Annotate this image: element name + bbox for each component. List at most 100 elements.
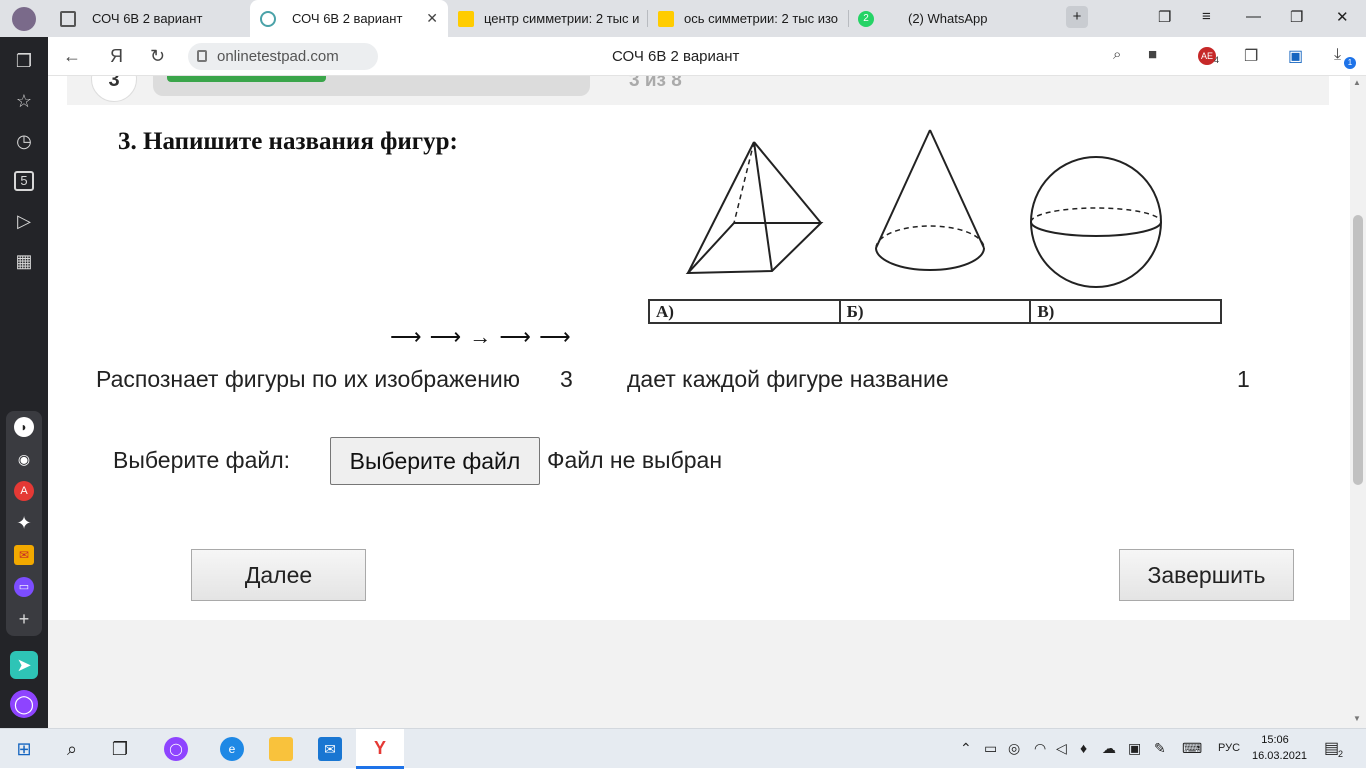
tab-title: СОЧ 6В 2 вариант xyxy=(92,11,203,26)
page-footer-area xyxy=(48,620,1350,728)
search-page-icon[interactable]: ⌕ xyxy=(1113,46,1121,63)
task-view-icon[interactable]: ❐ xyxy=(108,737,132,761)
downloads-badge: 1 xyxy=(1344,57,1356,69)
clock[interactable]: 15:06 16.03.2021 xyxy=(1252,732,1307,764)
downloads-icon[interactable]: ⤓ xyxy=(1334,46,1341,64)
pyramid-shape xyxy=(685,141,824,275)
file-label: Выберите файл: xyxy=(113,447,291,473)
tray-chevron-icon[interactable]: ⌃ xyxy=(960,740,972,757)
tab-5[interactable]: 2 (2) WhatsApp xyxy=(858,0,1048,37)
webcam-icon: ◎ xyxy=(1008,740,1021,756)
page-icon xyxy=(60,10,76,27)
criterion-1-points: 3 xyxy=(560,366,573,392)
yandex-profile-icon[interactable] xyxy=(12,7,36,31)
tab-separator xyxy=(848,10,849,27)
start-windows-icon[interactable]: ⊞ xyxy=(12,737,36,761)
history-clock-icon[interactable]: ◷ xyxy=(14,131,34,151)
tabs-overview-icon[interactable]: ❐ xyxy=(1158,8,1171,26)
test-progress-strip: 3 3 из 8 xyxy=(67,76,1329,105)
alice-app-icon[interactable]: ◗ xyxy=(14,417,34,437)
office-icon[interactable]: ▣ xyxy=(1288,46,1303,66)
answer-table: А) Б) В) xyxy=(648,299,1222,324)
collections-icon[interactable]: ❐ xyxy=(14,51,34,71)
tab-title: СОЧ 6В 2 вариант xyxy=(292,11,403,26)
question-heading: 3. Напишите названия фигур: xyxy=(118,128,458,155)
question-number-badge: 3 xyxy=(91,76,137,102)
pen-icon[interactable]: ✎ xyxy=(1154,740,1166,757)
video-play-icon[interactable]: ▷ xyxy=(14,211,34,231)
messenger-app-icon[interactable]: ▭ xyxy=(14,577,34,597)
onedrive-icon[interactable]: ☁ xyxy=(1102,740,1116,757)
wifi-icon[interactable]: ◠ xyxy=(1034,740,1046,757)
question-panel: 3. Напишите названия фигур: А) Б) В) ⟶ ⟶… xyxy=(51,105,1329,620)
send-app-icon[interactable]: ➤ xyxy=(10,651,38,679)
progress-bar-fill xyxy=(167,76,326,82)
tab-title: ось симметрии: 2 тыс изо xyxy=(684,11,839,26)
cone-shape xyxy=(875,129,985,271)
translate-app-icon[interactable]: A xyxy=(14,481,34,501)
criterion-1-text: Распознает фигуры по их изображению xyxy=(96,366,520,392)
services-grid-icon[interactable]: ▦ xyxy=(14,251,34,271)
battery-icon: ▭ xyxy=(984,740,998,756)
extension-badge: 4 xyxy=(1214,55,1220,65)
notifications-count: 2 xyxy=(1338,749,1344,759)
bookmark-icon[interactable]: ■ xyxy=(1148,46,1157,63)
language-indicator[interactable]: РУС xyxy=(1218,742,1240,754)
sidebar-apps-panel: ◗ ◉ A ✦ ✉ ▭ + xyxy=(6,411,42,636)
tab-title: (2) WhatsApp xyxy=(908,11,988,26)
progress-text: 3 из 8 xyxy=(629,76,682,91)
criterion-2-points: 1 xyxy=(1237,366,1250,392)
minimize-button[interactable]: — xyxy=(1246,8,1261,25)
screenshot-icon[interactable]: ▣ xyxy=(1128,740,1141,757)
yandex-logo-icon[interactable]: Я xyxy=(110,46,123,67)
url-field[interactable]: onlinetestpad.com xyxy=(188,43,378,70)
tab-4[interactable]: ось симметрии: 2 тыс изо xyxy=(658,0,840,37)
microphone-icon[interactable]: ♦ xyxy=(1080,740,1087,756)
page-scrollbar[interactable]: ▲ ▼ xyxy=(1350,76,1366,728)
edge-icon[interactable]: e xyxy=(220,737,244,761)
whatsapp-icon: 2 xyxy=(858,10,874,27)
tab-3[interactable]: центр симметрии: 2 тыс и xyxy=(458,0,640,37)
window-close-button[interactable]: ✕ xyxy=(1336,8,1349,26)
answer-cell-c: В) xyxy=(1037,302,1055,321)
keyboard-icon[interactable]: ⌨ xyxy=(1182,740,1202,757)
notifications-icon[interactable]: ▤ xyxy=(1324,738,1339,758)
volume-icon[interactable]: ◁ xyxy=(1056,740,1067,757)
sparkle-app-icon[interactable]: ✦ xyxy=(14,513,34,533)
scroll-down-arrow-icon[interactable]: ▼ xyxy=(1353,714,1361,723)
next-button[interactable]: Далее xyxy=(191,549,366,601)
tab-2-active[interactable]: СОЧ 6В 2 вариант ✕ xyxy=(250,0,448,37)
clock-time: 15:06 xyxy=(1261,734,1289,746)
tab-separator xyxy=(647,10,648,27)
tab-1[interactable]: СОЧ 6В 2 вариант xyxy=(58,0,248,37)
finish-button[interactable]: Завершить xyxy=(1119,549,1294,601)
zen-icon[interactable]: 5 xyxy=(14,171,34,191)
alice-taskbar-icon[interactable]: ◯ xyxy=(164,737,188,761)
file-status: Файл не выбран xyxy=(547,447,723,473)
add-app-icon[interactable]: + xyxy=(14,609,34,629)
new-tab-button[interactable]: + xyxy=(1066,6,1088,28)
restore-button[interactable]: ❐ xyxy=(1290,8,1303,26)
page-title: СОЧ 6В 2 вариант xyxy=(612,48,740,65)
music-app-icon[interactable]: ◉ xyxy=(14,449,34,469)
scroll-up-arrow-icon[interactable]: ▲ xyxy=(1353,78,1361,87)
close-icon[interactable]: ✕ xyxy=(426,10,438,27)
reload-icon[interactable]: ↻ xyxy=(150,46,165,67)
scrollbar-thumb[interactable] xyxy=(1353,215,1363,485)
file-explorer-icon[interactable] xyxy=(269,737,293,761)
alice-voice-icon[interactable]: ◯ xyxy=(10,690,38,718)
mail-icon[interactable]: ✉ xyxy=(318,737,342,761)
bookmarks-star-icon[interactable]: ☆ xyxy=(14,91,34,111)
back-icon[interactable]: ← xyxy=(63,46,81,67)
yandex-browser-taskbar-icon[interactable]: Y xyxy=(356,729,404,769)
address-bar: ← Я ↻ onlinetestpad.com СОЧ 6В 2 вариант… xyxy=(48,37,1366,76)
choose-file-button[interactable]: Выберите файл xyxy=(330,437,540,485)
page-content: 3 3 из 8 3. Напишите названия фигур: А) … xyxy=(48,76,1350,728)
menu-icon[interactable]: ≡ xyxy=(1202,8,1211,25)
collections-icon[interactable]: ❐ xyxy=(1244,46,1258,66)
answer-cell-b: Б) xyxy=(841,301,1032,322)
windows-taskbar: ⊞ ⌕ ❐ ◯ e ✉ Y ⌃ ▭ ◎ ◠ ◁ ♦ ☁ ▣ ✎ ⌨ РУС 15… xyxy=(0,728,1366,769)
arrow-row: ⟶ ⟶ → ⟶ ⟶ xyxy=(390,324,572,349)
search-icon[interactable]: ⌕ xyxy=(60,737,84,761)
mail-app-icon[interactable]: ✉ xyxy=(14,545,34,565)
